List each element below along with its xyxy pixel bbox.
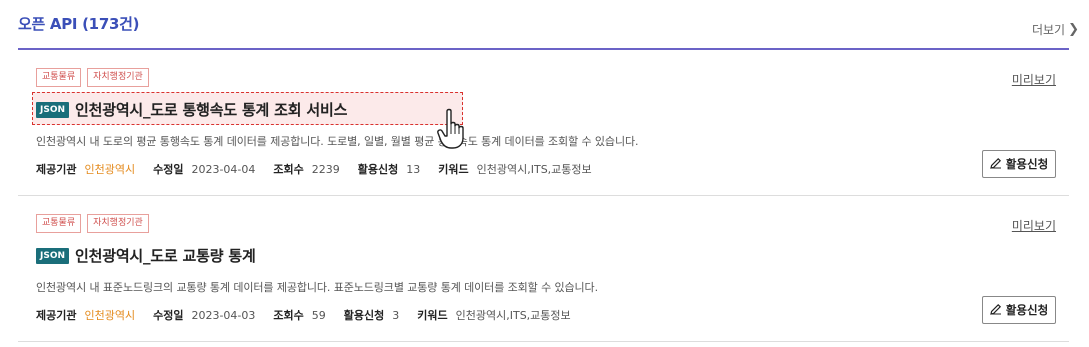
format-badge: JSON: [36, 247, 70, 264]
format-badge: JSON: [36, 101, 70, 118]
section-title: 오픈 API (173건): [18, 15, 140, 33]
more-link[interactable]: 더보기 ❯: [1032, 21, 1079, 38]
provider-value: 인천광역시: [84, 163, 136, 176]
pencil-icon: [990, 303, 1002, 318]
views-label: 조회수: [273, 163, 304, 176]
category-tag: 자치행정기관: [87, 68, 149, 87]
category-tags: 교통물류 자치행정기관: [36, 68, 149, 87]
preview-link[interactable]: 미리보기: [1012, 217, 1056, 234]
views-label: 조회수: [273, 309, 304, 322]
views-value: 2239: [311, 162, 340, 176]
api-card: 교통물류 자치행정기관 미리보기 JSON 인천광역시_도로 교통량 통계 인천…: [18, 196, 1069, 342]
api-title-link[interactable]: 인천광역시_도로 교통량 통계: [75, 245, 256, 266]
api-card: 교통물류 자치행정기관 미리보기 JSON 인천광역시_도로 통행속도 통계 조…: [18, 50, 1069, 196]
section-header: 오픈 API (173건) 더보기 ❯: [0, 0, 1089, 48]
modified-label: 수정일: [153, 163, 184, 176]
modified-value: 2023-04-04: [191, 162, 256, 176]
preview-link[interactable]: 미리보기: [1012, 71, 1056, 88]
category-tags: 교통물류 자치행정기관: [36, 214, 149, 233]
api-description: 인천광역시 내 표준노드링크의 교통량 통계 데이터를 제공합니다. 표준노드링…: [36, 281, 598, 294]
modified-value: 2023-04-03: [191, 308, 256, 322]
applications-label: 활용신청: [357, 163, 399, 176]
applications-value: 3: [392, 308, 400, 322]
applications-label: 활용신청: [343, 309, 385, 322]
provider-value: 인천광역시: [84, 309, 136, 322]
api-meta: 제공기관 인천광역시 수정일 2023-04-04 조회수 2239 활용신청 …: [36, 161, 610, 177]
applications-value: 13: [406, 162, 421, 176]
provider-label: 제공기관: [36, 163, 77, 176]
keywords-label: 키워드: [417, 309, 448, 322]
keywords-label: 키워드: [438, 163, 469, 176]
apply-button-label: 활용신청: [1005, 303, 1049, 317]
api-title-row[interactable]: JSON 인천광역시_도로 통행속도 통계 조회 서비스: [36, 99, 347, 120]
apply-button-label: 활용신청: [1005, 157, 1049, 171]
api-title-row[interactable]: JSON 인천광역시_도로 교통량 통계: [36, 245, 256, 266]
category-tag: 교통물류: [36, 68, 82, 87]
keywords-value: 인천광역시,ITS,교통정보: [455, 309, 571, 322]
more-link-label: 더보기: [1031, 23, 1066, 37]
modified-label: 수정일: [153, 309, 184, 322]
api-title-link[interactable]: 인천광역시_도로 통행속도 통계 조회 서비스: [75, 99, 347, 120]
provider-label: 제공기관: [36, 309, 77, 322]
api-description: 인천광역시 내 도로의 평균 통행속도 통계 데이터를 제공합니다. 도로별, …: [36, 135, 639, 148]
apply-button[interactable]: 활용신청: [982, 150, 1056, 178]
chevron-right-icon: ❯: [1068, 22, 1079, 37]
keywords-value: 인천광역시,ITS,교통정보: [476, 163, 592, 176]
apply-button[interactable]: 활용신청: [982, 296, 1056, 324]
category-tag: 자치행정기관: [87, 214, 149, 233]
api-meta: 제공기관 인천광역시 수정일 2023-04-03 조회수 59 활용신청 3 …: [36, 307, 589, 323]
views-value: 59: [311, 308, 326, 322]
category-tag: 교통물류: [36, 214, 82, 233]
pencil-icon: [990, 157, 1002, 172]
